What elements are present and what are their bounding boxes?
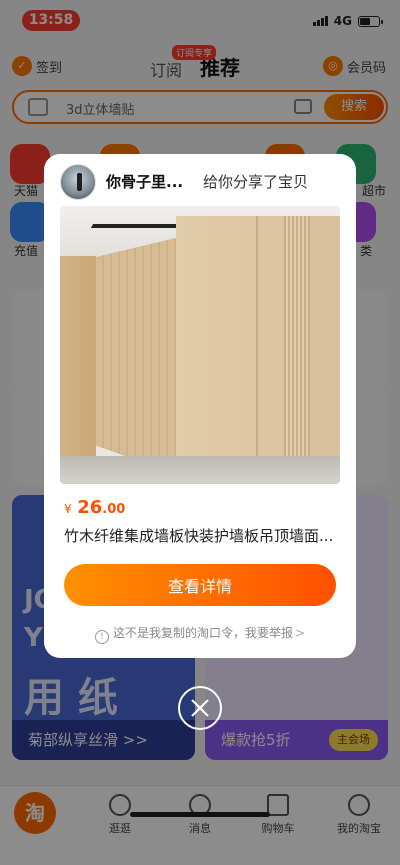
share-modal: 你骨子里... 给你分享了宝贝 ¥ 26.00 竹木纤维集成墙板快装护墙板吊顶墙…	[44, 154, 356, 658]
info-icon: !	[94, 630, 109, 644]
price-decimal: .00	[102, 502, 126, 517]
product-price: ¥ 26.00	[64, 497, 125, 518]
chevron-right-icon: >	[294, 626, 306, 640]
report-link[interactable]: ! 这不是我复制的淘口令，我要举报 >	[44, 624, 356, 644]
price-integer: 26	[77, 497, 103, 518]
close-icon	[191, 699, 209, 717]
share-text: 给你分享了宝贝	[203, 173, 309, 191]
product-title: 竹木纤维集成墙板快装护墙板吊顶墙面...	[64, 527, 334, 545]
home-indicator	[130, 812, 270, 817]
price-currency: ¥	[64, 502, 72, 516]
product-image[interactable]	[60, 206, 340, 484]
report-text: 这不是我复制的淘口令，我要举报	[112, 626, 293, 640]
view-details-button[interactable]: 查看详情	[64, 564, 336, 606]
sharer-name: 你骨子里...	[106, 173, 184, 191]
close-button[interactable]	[178, 686, 222, 730]
share-header: 你骨子里... 给你分享了宝贝	[60, 164, 340, 200]
sharer-avatar	[60, 164, 96, 200]
